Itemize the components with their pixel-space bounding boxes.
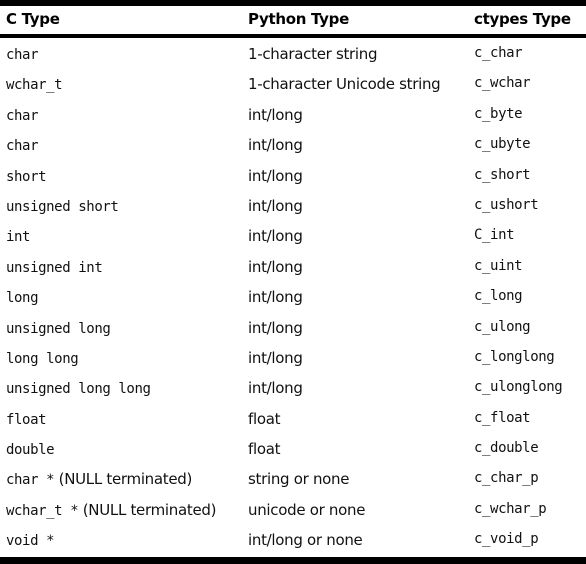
ctypes-type-cell: c_ubyte [474, 136, 531, 153]
c-type-code: wchar_t * [6, 502, 79, 519]
header-rule [0, 34, 586, 38]
table-row: float float c_float [0, 405, 586, 435]
table-row: char 1-character string c_char [0, 40, 586, 70]
c-type-cell: float [6, 410, 47, 429]
c-type-cell: char [6, 45, 39, 64]
c-type-cell: int [6, 227, 30, 246]
c-type-code: char [6, 107, 39, 124]
table-header: C Type Python Type ctypes Type [0, 6, 586, 34]
c-type-cell: double [6, 440, 55, 459]
python-type-cell: unicode or none [248, 500, 366, 519]
python-type-cell: int/long [248, 379, 303, 398]
python-type-cell: float [248, 409, 281, 428]
c-type-code: void * [6, 533, 55, 550]
ctypes-type-cell: c_ulonglong [474, 379, 563, 396]
python-type-cell: int/long [248, 318, 303, 337]
python-type-cell: 1-character Unicode string [248, 75, 441, 94]
c-type-cell: long long [6, 349, 79, 368]
python-type-cell: int/long [248, 348, 303, 367]
python-type-cell: int/long [248, 166, 303, 185]
ctypes-type-cell: c_long [474, 288, 523, 305]
python-type-cell: int/long [248, 288, 303, 307]
c-type-cell: char [6, 136, 39, 155]
c-type-code: wchar_t [6, 77, 63, 94]
c-type-code: unsigned int [6, 259, 103, 276]
c-type-cell: unsigned short [6, 197, 119, 216]
ctypes-type-cell: c_ushort [474, 196, 539, 213]
table-row: wchar_t 1-character Unicode string c_wchar [0, 70, 586, 100]
c-type-cell: long [6, 288, 39, 307]
c-type-cell: char * (NULL terminated) [6, 470, 192, 489]
table-row: double float c_double [0, 435, 586, 465]
c-type-code: long long [6, 350, 79, 367]
table-row: long int/long c_long [0, 283, 586, 313]
ctypes-type-cell: c_ulong [474, 318, 531, 335]
table-body: char 1-character string c_char wchar_t 1-cha… [0, 40, 586, 557]
python-type-cell: int/long [248, 257, 303, 276]
ctypes-type-cell: c_longlong [474, 348, 555, 365]
ctypes-type-cell: c_float [474, 409, 531, 426]
python-type-cell: string or none [248, 470, 350, 489]
ctypes-type-cell: c_uint [474, 257, 523, 274]
c-type-code: char * [6, 472, 55, 489]
python-type-cell: float [248, 440, 281, 459]
ctypes-type-cell: c_double [474, 440, 539, 457]
ctypes-type-cell: c_char_p [474, 470, 539, 487]
header-python-type: Python Type [248, 10, 349, 28]
header-c-type: C Type [6, 10, 60, 28]
c-type-cell: char [6, 106, 39, 125]
python-type-cell: int/long [248, 227, 303, 246]
c-type-code: char [6, 47, 39, 63]
table-row: long long int/long c_longlong [0, 344, 586, 374]
c-type-code: float [6, 411, 47, 428]
ctypes-type-cell: c_short [474, 166, 531, 183]
table-row: unsigned long int/long c_ulong [0, 314, 586, 344]
python-type-cell: int/long or none [248, 531, 363, 550]
c-type-note: (NULL terminated) [54, 470, 193, 489]
c-type-cell: wchar_t * (NULL terminated) [6, 501, 216, 520]
c-type-cell: void * [6, 531, 55, 550]
c-type-cell: unsigned long [6, 319, 111, 338]
python-type-cell: int/long [248, 105, 303, 124]
ctypes-type-cell: c_wchar_p [474, 500, 547, 517]
table-row: wchar_t * (NULL terminated) unicode or no… [0, 496, 586, 526]
table-row: char int/long c_ubyte [0, 131, 586, 161]
c-type-cell: unsigned int [6, 258, 103, 277]
table-row: unsigned int int/long c_uint [0, 253, 586, 283]
c-type-code: double [6, 442, 55, 459]
table-row: unsigned long long int/long c_ulonglong [0, 374, 586, 404]
c-type-code: short [6, 168, 47, 185]
ctypes-type-cell: c_byte [474, 105, 523, 122]
c-type-cell: unsigned long long [6, 379, 151, 398]
python-type-cell: int/long [248, 196, 303, 215]
table-row: unsigned short int/long c_ushort [0, 192, 586, 222]
header-ctypes-type: ctypes Type [474, 10, 571, 28]
bottom-rule [0, 557, 586, 564]
c-type-note: (NULL terminated) [78, 500, 217, 519]
table-row: char int/long c_byte [0, 101, 586, 131]
c-type-cell: wchar_t [6, 75, 63, 94]
table-row: int int/long C_int [0, 222, 586, 252]
c-type-code: unsigned short [6, 198, 119, 215]
c-type-cell: short [6, 167, 47, 186]
python-type-cell: 1-character string [248, 45, 378, 63]
c-type-code: unsigned long [6, 320, 111, 337]
python-type-cell: int/long [248, 136, 303, 155]
ctypes-type-cell: c_char [474, 45, 523, 61]
c-type-code: int [6, 229, 31, 246]
ctypes-type-cell: c_void_p [474, 531, 539, 548]
table-row: void * int/long or none c_void_p [0, 526, 586, 556]
table-row: char * (NULL terminated) string or none c_… [0, 465, 586, 495]
ctypes-type-cell: c_wchar [474, 75, 531, 92]
c-type-code: long [6, 290, 39, 307]
table-row: short int/long c_short [0, 162, 586, 192]
c-type-code: char [6, 138, 39, 155]
c-type-code: unsigned long long [6, 381, 151, 398]
ctypes-type-cell: C_int [474, 227, 515, 244]
